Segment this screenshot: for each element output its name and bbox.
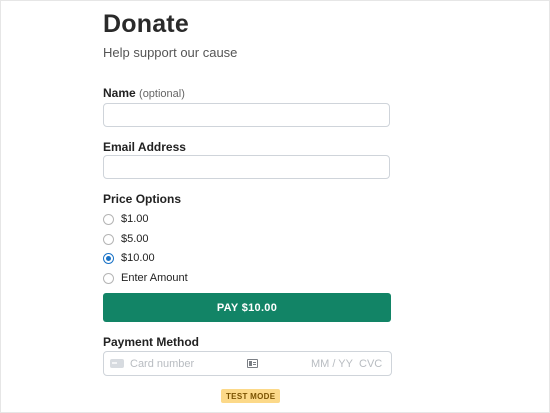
payment-method-label: Payment Method	[103, 335, 200, 349]
price-option-10-radio[interactable]	[103, 252, 114, 264]
price-option-5-radio[interactable]	[103, 233, 114, 245]
price-option-10-label: $10.00	[121, 252, 155, 264]
card-cvc-input[interactable]: CVC	[359, 358, 382, 370]
price-option-10[interactable]: $10.00	[103, 250, 155, 266]
card-expiry-input[interactable]: MM / YY	[311, 358, 353, 370]
form-subtitle: Help support our cause	[103, 45, 238, 60]
donation-form: Donate Help support our cause Name (opti…	[103, 9, 393, 403]
price-option-1-radio[interactable]	[103, 213, 114, 225]
test-mode-badge: TEST MODE	[221, 389, 281, 403]
contact-card-icon[interactable]	[247, 359, 258, 368]
price-option-custom[interactable]: Enter Amount	[103, 270, 188, 286]
price-option-1-label: $1.00	[121, 213, 149, 225]
price-options-label: Price Options	[103, 192, 182, 206]
form-title: Donate	[103, 10, 189, 38]
price-option-custom-radio[interactable]	[103, 272, 114, 284]
price-option-5-label: $5.00	[121, 233, 149, 245]
name-label: Name (optional)	[103, 86, 185, 101]
price-option-custom-label: Enter Amount	[121, 272, 188, 284]
credit-card-icon	[110, 359, 124, 368]
email-input[interactable]	[103, 155, 390, 179]
pay-button[interactable]: PAY $10.00	[103, 293, 391, 322]
email-label: Email Address	[103, 140, 186, 154]
price-option-5[interactable]: $5.00	[103, 231, 149, 247]
name-optional-hint: (optional)	[139, 88, 185, 100]
card-input-group[interactable]: Card number MM / YY CVC	[103, 351, 392, 376]
name-input[interactable]	[103, 103, 390, 127]
name-label-text: Name	[103, 86, 136, 100]
card-number-input[interactable]: Card number	[130, 358, 194, 370]
price-option-1[interactable]: $1.00	[103, 211, 149, 227]
donation-form-page: Donate Help support our cause Name (opti…	[0, 0, 550, 413]
